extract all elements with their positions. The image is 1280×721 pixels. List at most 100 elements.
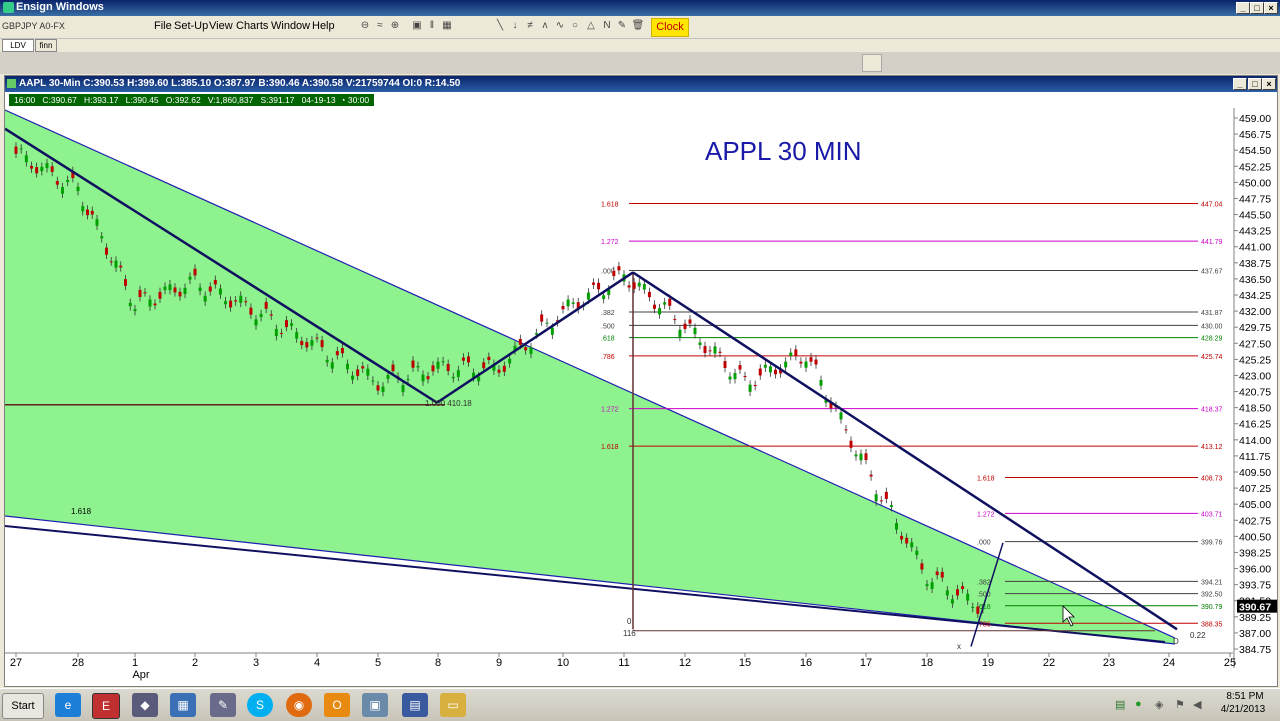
candle-body xyxy=(713,346,717,354)
candle-body xyxy=(45,163,49,169)
clock-button[interactable]: Clock xyxy=(651,18,689,37)
candle-body xyxy=(81,206,85,212)
price-axis-label: 398.25 xyxy=(1239,547,1271,559)
note-d: D xyxy=(1173,637,1179,646)
candle-body xyxy=(143,292,147,294)
chart-window-title: AAPL 30-Min C:390.53 H:399.60 L:385.10 O… xyxy=(19,78,461,89)
candle-body xyxy=(224,301,227,305)
start-button[interactable]: Start xyxy=(2,693,44,719)
candle-body xyxy=(799,361,803,364)
trash-icon[interactable]: 🗑 xyxy=(631,19,645,33)
globe-icon[interactable]: ⊕ xyxy=(388,19,402,33)
price-chart[interactable]: 1.618 447.041.272 441.79.000 437.67.382 431.… xyxy=(5,108,1277,686)
minimize-button[interactable]: _ xyxy=(1236,2,1250,14)
ensign-icon[interactable]: E xyxy=(92,693,120,719)
candle-body xyxy=(24,155,28,163)
candle-body xyxy=(637,282,641,287)
wave-tool-icon[interactable]: ∿ xyxy=(553,19,567,33)
candle-body xyxy=(839,412,843,420)
menu-setup[interactable]: Set-Up xyxy=(174,20,208,32)
chart-maximize-button[interactable]: □ xyxy=(1248,78,1262,90)
tray-icon-1[interactable]: ▤ xyxy=(1115,698,1125,711)
candle-body xyxy=(391,364,395,372)
zigzag-icon[interactable]: ʌ xyxy=(538,19,552,33)
price-axis-label: 450.00 xyxy=(1239,177,1271,189)
chart-minimize-button[interactable]: _ xyxy=(1233,78,1247,90)
tools-icon[interactable]: ✎ xyxy=(210,693,236,717)
candle-body xyxy=(905,537,909,544)
ie-icon[interactable]: e xyxy=(55,693,81,717)
folder-icon[interactable]: ▭ xyxy=(440,693,466,717)
symbol-field[interactable]: GBPJPY A0-FX xyxy=(2,21,65,31)
taskbar-date[interactable]: 4/21/2013 xyxy=(1210,704,1276,715)
candle-body xyxy=(688,319,692,324)
app-icon-2[interactable]: ◆ xyxy=(132,693,158,717)
candle-body xyxy=(663,302,667,305)
triangle-icon[interactable]: △ xyxy=(584,19,598,33)
candle-body xyxy=(153,303,157,306)
arrow-down-icon[interactable]: ↓ xyxy=(508,19,522,33)
tray-icon-2[interactable]: ● xyxy=(1135,698,1142,710)
bars-icon[interactable]: ‖ xyxy=(425,19,439,33)
splitter-handle[interactable] xyxy=(862,54,882,72)
network-icon[interactable]: ▣ xyxy=(362,693,388,717)
candle-body xyxy=(733,373,737,380)
wave-icon[interactable]: ≈ xyxy=(373,19,387,33)
time-axis-label: 9 xyxy=(496,657,502,669)
maximize-button[interactable]: □ xyxy=(1250,2,1264,14)
flag-icon[interactable]: ⚑ xyxy=(1175,698,1185,711)
candle-body xyxy=(315,337,319,339)
candle-body xyxy=(794,349,798,357)
menu-view[interactable]: View xyxy=(209,20,233,32)
save-icon[interactable]: ▤ xyxy=(402,693,428,717)
candle-body xyxy=(148,299,152,307)
n-tool-icon[interactable]: N xyxy=(600,19,614,33)
firefox-icon[interactable]: ◉ xyxy=(286,693,312,717)
fib-icon[interactable]: ≠ xyxy=(523,19,537,33)
skype-icon[interactable]: S xyxy=(247,693,273,717)
circle-tool-icon[interactable]: ○ xyxy=(568,19,582,33)
price-axis-label: 443.25 xyxy=(1239,226,1271,238)
candle-body xyxy=(376,385,380,391)
menu-file[interactable]: File xyxy=(154,20,172,32)
quote-info-bar: 16:00 C:390.67 H:393.17 L:390.45 O:392.6… xyxy=(5,92,1277,108)
grid-icon[interactable]: ▦ xyxy=(440,19,454,33)
candle-body xyxy=(658,308,662,315)
candle-body xyxy=(158,291,162,299)
candle-body xyxy=(19,148,23,150)
candle-body xyxy=(173,287,177,293)
candle-body xyxy=(763,364,767,368)
tab-ldv[interactable]: LDV xyxy=(2,39,34,52)
menu-charts[interactable]: Charts xyxy=(236,20,268,32)
taskbar-time[interactable]: 8:51 PM xyxy=(1215,691,1275,702)
fib-price-label: 418.37 xyxy=(1201,407,1223,414)
price-axis-label: 434.25 xyxy=(1239,290,1271,302)
menu-window[interactable]: Window xyxy=(271,20,310,32)
candle-body xyxy=(61,187,64,194)
candle-body xyxy=(683,323,687,329)
volume-icon[interactable]: ◀ xyxy=(1193,698,1201,711)
candle-body xyxy=(508,358,512,364)
candle-body xyxy=(290,323,294,326)
candle-body xyxy=(133,309,137,312)
time-axis-label: 19 xyxy=(982,657,994,669)
candle-body xyxy=(668,298,672,306)
record-icon[interactable]: ⊖ xyxy=(358,19,372,33)
calculator-icon[interactable]: ▦ xyxy=(170,693,196,717)
info-close: C:390.67 xyxy=(42,95,77,105)
window-icon[interactable]: ▣ xyxy=(410,19,424,33)
candle-body xyxy=(213,279,217,285)
close-button[interactable]: × xyxy=(1264,2,1278,14)
tray-icon-3[interactable]: ◈ xyxy=(1155,698,1163,711)
pen-icon[interactable]: ✎ xyxy=(615,19,629,33)
tab-finn[interactable]: finn xyxy=(35,39,57,52)
candle-body xyxy=(945,590,949,596)
outlook-icon[interactable]: O xyxy=(324,693,350,717)
menu-help[interactable]: Help xyxy=(312,20,335,32)
chart-close-button[interactable]: × xyxy=(1262,78,1276,90)
price-axis-label: 420.75 xyxy=(1239,387,1271,399)
candle-body xyxy=(804,361,808,368)
chart-title-bar: AAPL 30-Min C:390.53 H:399.60 L:385.10 O… xyxy=(5,76,1277,92)
quote-info: 16:00 C:390.67 H:393.17 L:390.45 O:392.6… xyxy=(9,94,375,106)
line-tool-icon[interactable]: ╲ xyxy=(493,19,507,33)
